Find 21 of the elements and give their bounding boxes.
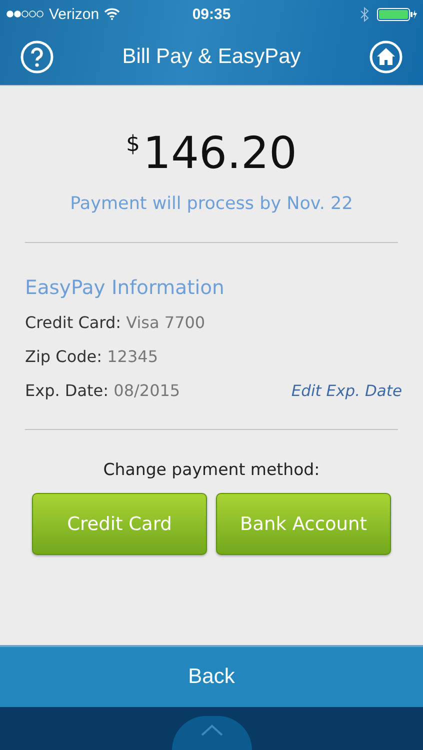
help-icon[interactable] xyxy=(20,40,54,74)
payment-method-button[interactable]: Bank Account xyxy=(216,493,391,555)
change-method-label: Change payment method: xyxy=(103,460,320,479)
home-icon[interactable] xyxy=(368,40,403,74)
field-text: Zip Code: 12345 xyxy=(25,347,158,366)
bluetooth-icon xyxy=(360,6,369,22)
time-text: 09:35 xyxy=(192,6,231,22)
signal-icon xyxy=(6,10,44,18)
amount-text: $146.20 xyxy=(126,132,297,176)
battery-icon xyxy=(377,8,417,20)
wifi-icon xyxy=(104,8,120,20)
process-date-text: Payment will process by Nov. 22 xyxy=(70,194,353,214)
back-button[interactable]: Back xyxy=(0,645,423,707)
section-heading: EasyPay Information xyxy=(25,276,226,299)
edit-link[interactable]: Edit Exp. Date xyxy=(291,382,402,400)
field-text: Credit Card: Visa 7700 xyxy=(25,313,206,332)
chevron-up-icon xyxy=(200,724,224,736)
carrier-text: Verizon xyxy=(49,6,100,22)
field-text: Exp. Date: 08/2015 xyxy=(25,381,180,400)
payment-method-button[interactable]: Credit Card xyxy=(32,493,207,555)
page-title: Bill Pay & EasyPay xyxy=(122,44,301,68)
